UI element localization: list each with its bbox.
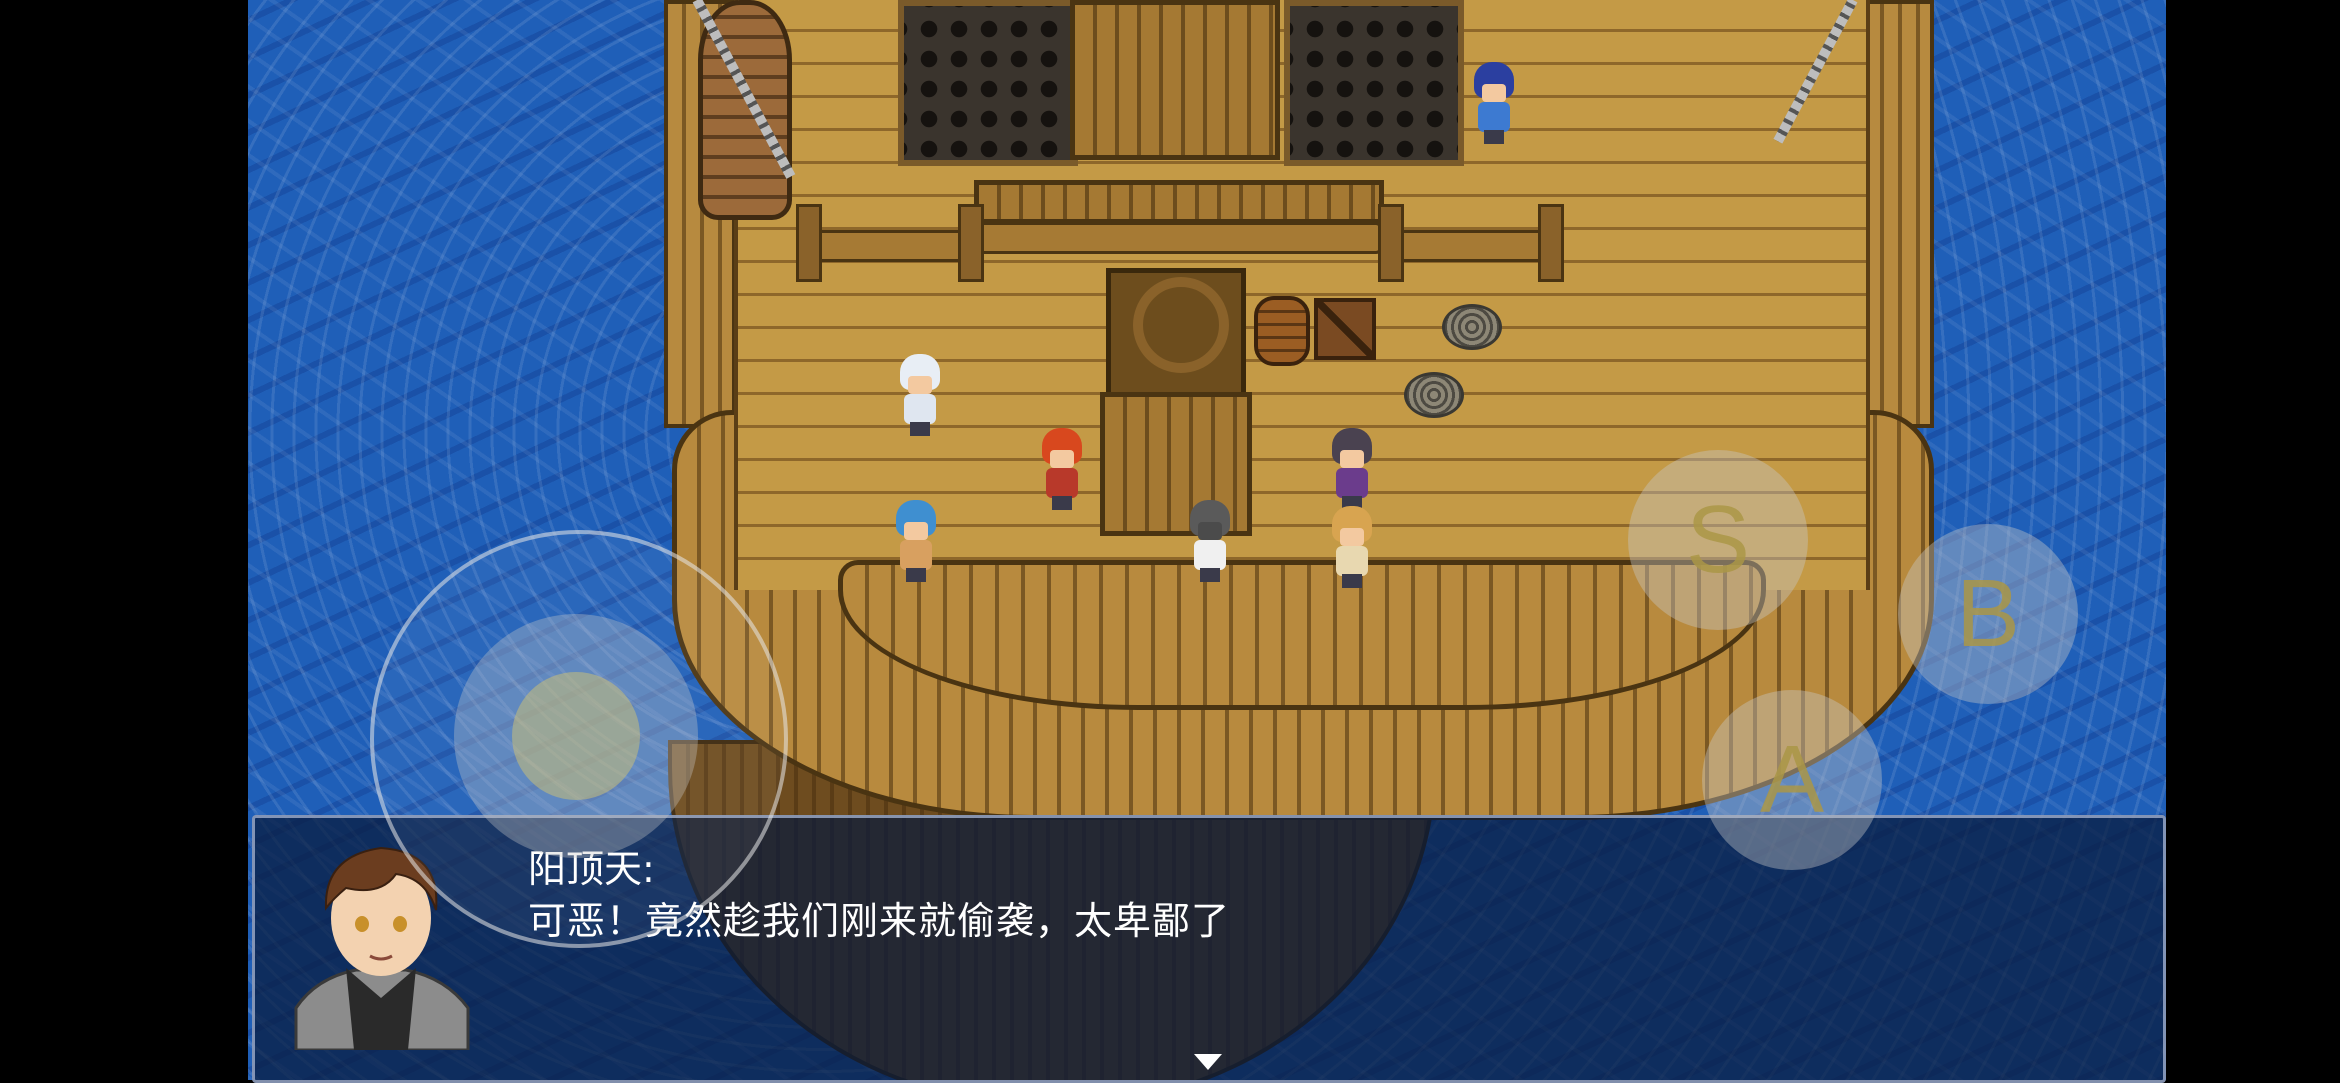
virtual-joystick-knob[interactable]: [512, 672, 640, 800]
ship-helm-wheel: [1106, 268, 1246, 408]
triangle-down-icon[interactable]: [1194, 1054, 1222, 1070]
railing-right: [1388, 230, 1560, 262]
s-button[interactable]: S: [1628, 450, 1808, 630]
npc-red-hair[interactable]: [1038, 428, 1086, 510]
a-button[interactable]: A: [1702, 690, 1882, 870]
railing-post: [1538, 204, 1564, 282]
npc-white-hooded[interactable]: [896, 354, 944, 436]
cargo-hatch-right: [1284, 0, 1464, 166]
player-character[interactable]: [1186, 500, 1234, 582]
railing-post: [958, 204, 984, 282]
ship-bow-rail: [838, 560, 1766, 710]
railing-post: [796, 204, 822, 282]
quarterdeck-beam: [974, 180, 1384, 224]
mast-platform: [1070, 0, 1280, 160]
npc-blue-twintails[interactable]: [892, 500, 940, 582]
ship-side-right: [1862, 0, 1934, 428]
railing-post: [1378, 204, 1404, 282]
npc-purple-robe[interactable]: [1328, 428, 1376, 510]
rope-coil: [1442, 304, 1502, 350]
railing-left: [800, 230, 972, 262]
cargo-hatch-left: [898, 0, 1078, 166]
barrel: [1254, 296, 1310, 366]
npc-blond-boy[interactable]: [1328, 506, 1376, 588]
b-button[interactable]: B: [1898, 524, 2078, 704]
rope-coil: [1404, 372, 1464, 418]
npc-sailor-blue-hat[interactable]: [1470, 62, 1518, 144]
railing-center: [978, 222, 1382, 254]
crate: [1314, 298, 1376, 360]
